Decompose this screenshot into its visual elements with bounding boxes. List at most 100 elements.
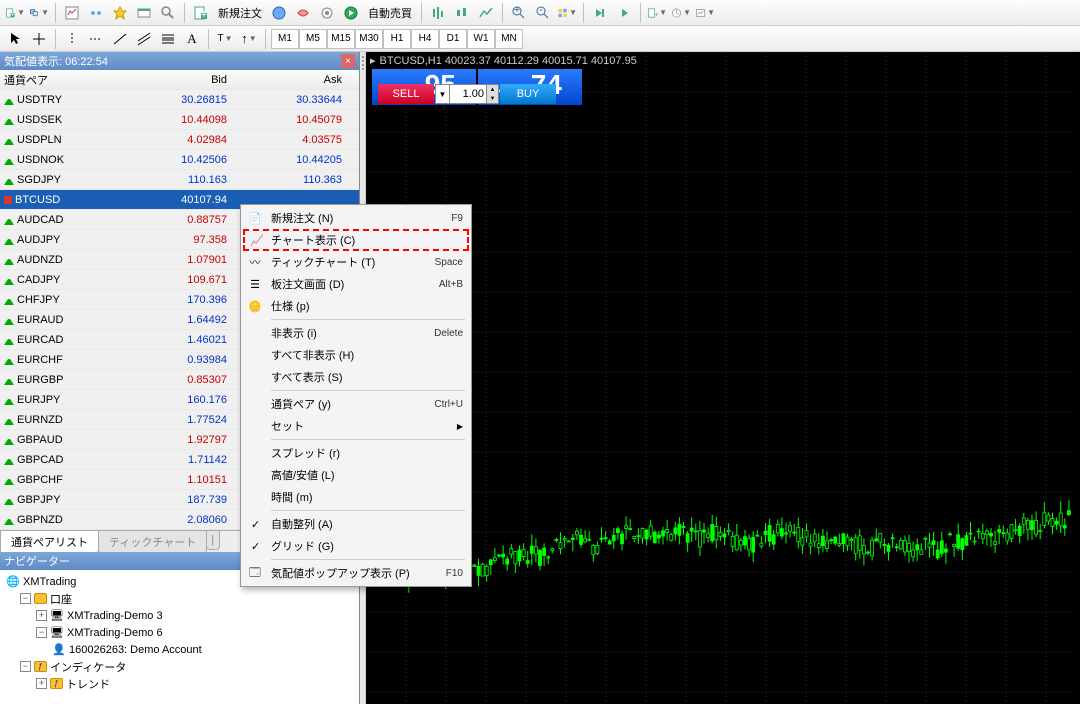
buy-button[interactable]: BUY (500, 84, 556, 104)
ctx-h[interactable]: すべて非表示 (H) (243, 344, 469, 366)
periods-icon[interactable]: ▼ (670, 2, 692, 24)
chart-arrow-icon: ▸ (370, 54, 376, 67)
close-icon[interactable]: × (341, 54, 355, 68)
ctx-s[interactable]: すべて表示 (S) (243, 366, 469, 388)
channel-icon[interactable] (133, 28, 155, 50)
col-ask[interactable]: Ask (235, 74, 350, 86)
hline-icon[interactable] (85, 28, 107, 50)
autotrade-label[interactable]: 自動売買 (364, 5, 416, 21)
market-watch-icon[interactable] (61, 2, 83, 24)
new-order-label[interactable]: 新規注文 (214, 5, 266, 21)
market-watch-title-bar: 気配値表示: 06:22:54 × (0, 52, 359, 70)
navigator-title: ナビゲーター (4, 553, 70, 569)
period-H1[interactable]: H1 (383, 29, 411, 49)
volume-input[interactable]: ▼ 1.00 ▲▼ (435, 84, 499, 104)
navigator-tree: 🌐XMTrading −口座 +🖥XMTrading-Demo 3 −🖥XMTr… (0, 570, 359, 704)
col-symbol[interactable]: 通貨ペア (0, 72, 120, 88)
new-order-icon[interactable]: + (190, 2, 212, 24)
metaquotes-icon[interactable] (268, 2, 290, 24)
strategy-tester-icon[interactable] (157, 2, 179, 24)
tab-more[interactable]: | (206, 531, 220, 550)
chart-area[interactable]: ▸ BTCUSD,H1 40023.37 40112.29 40015.71 4… (366, 52, 1080, 704)
volume-up[interactable]: ▲ (487, 85, 498, 94)
tree-account[interactable]: 👤160026263: Demo Account (4, 641, 355, 658)
zoom-out-icon[interactable]: - (532, 2, 554, 24)
ctx-a[interactable]: ✓自動整列 (A) (243, 513, 469, 535)
col-bid[interactable]: Bid (120, 74, 235, 86)
period-W1[interactable]: W1 (467, 29, 495, 49)
text-label-icon[interactable]: T▼ (214, 28, 236, 50)
indicators-icon[interactable]: +▼ (646, 2, 668, 24)
tree-server1[interactable]: +🖥XMTrading-Demo 3 (4, 607, 355, 624)
text-icon[interactable]: A (181, 28, 203, 50)
chart-label: BTCUSD,H1 40023.37 40112.29 40015.71 401… (380, 55, 637, 67)
main-toolbar-2: A T▼ ↑▼ M1M5M15M30H1H4D1W1MN (0, 26, 1080, 52)
period-M5[interactable]: M5 (299, 29, 327, 49)
svg-text:+: + (655, 9, 658, 18)
bar-chart-icon[interactable] (427, 2, 449, 24)
trendline-icon[interactable] (109, 28, 131, 50)
ctx-l[interactable]: 高値/安値 (L) (243, 464, 469, 486)
ctx-m[interactable]: 時間 (m) (243, 486, 469, 508)
scroll-end-icon[interactable] (589, 2, 611, 24)
tab-tick-chart[interactable]: ティックチャート (98, 531, 207, 554)
svg-text:+: + (201, 9, 207, 21)
shift-icon[interactable] (613, 2, 635, 24)
tile-icon[interactable]: ▼ (556, 2, 578, 24)
signals-icon[interactable] (292, 2, 314, 24)
sell-button[interactable]: SELL (378, 84, 434, 104)
period-H4[interactable]: H4 (411, 29, 439, 49)
ctx-d[interactable]: ☰板注文画面 (D)Alt+B (243, 273, 469, 295)
templates-icon[interactable]: ▼ (694, 2, 716, 24)
vline-icon[interactable] (61, 28, 83, 50)
market-watch-header: 通貨ペア Bid Ask (0, 70, 359, 90)
volume-dropdown[interactable]: ▼ (436, 85, 450, 103)
symbol-row-USDTRY[interactable]: USDTRY30.2681530.33644 (0, 90, 359, 110)
ctx-c[interactable]: 📈チャート表示 (C) (243, 229, 469, 251)
ctx-g[interactable]: ✓グリッド (G) (243, 535, 469, 557)
tree-accounts[interactable]: −口座 (4, 590, 355, 607)
chart-header: ▸ BTCUSD,H1 40023.37 40112.29 40015.71 4… (370, 54, 637, 67)
fibo-icon[interactable] (157, 28, 179, 50)
svg-text:+: + (514, 5, 520, 16)
tree-trend[interactable]: +ƒトレンド (4, 675, 355, 692)
symbol-row-USDNOK[interactable]: USDNOK10.4250610.44205 (0, 150, 359, 170)
main-toolbar-1: +▼ ▼ + 新規注文 自動売買 + - ▼ +▼ ▼ ▼ (0, 0, 1080, 26)
period-D1[interactable]: D1 (439, 29, 467, 49)
arrows-icon[interactable]: ↑▼ (238, 28, 260, 50)
period-MN[interactable]: MN (495, 29, 523, 49)
symbol-row-SGDJPY[interactable]: SGDJPY110.163110.363 (0, 170, 359, 190)
ctx-y[interactable]: 通貨ペア (y)Ctrl+U (243, 393, 469, 415)
file-new-icon[interactable]: +▼ (4, 2, 26, 24)
profiles-icon[interactable]: ▼ (28, 2, 50, 24)
crosshair-icon[interactable] (28, 28, 50, 50)
autotrade-icon[interactable] (340, 2, 362, 24)
terminal-icon[interactable] (133, 2, 155, 24)
svg-text:+: + (10, 9, 15, 18)
ctx-[interactable]: セット▶ (243, 415, 469, 437)
symbol-row-USDSEK[interactable]: USDSEK10.4409810.45079 (0, 110, 359, 130)
market-watch-title: 気配値表示: 06:22:54 (4, 53, 108, 69)
ctx-p[interactable]: 🗔気配値ポップアップ表示 (P)F10 (243, 562, 469, 584)
navigator-icon[interactable] (109, 2, 131, 24)
alerts-icon[interactable] (316, 2, 338, 24)
line-chart-icon[interactable] (475, 2, 497, 24)
period-M15[interactable]: M15 (327, 29, 355, 49)
ctx-t[interactable]: 〰ティックチャート (T)Space (243, 251, 469, 273)
ctx-p[interactable]: 🪙仕様 (p) (243, 295, 469, 317)
cursor-icon[interactable] (4, 28, 26, 50)
candle-chart-icon[interactable] (451, 2, 473, 24)
period-M30[interactable]: M30 (355, 29, 383, 49)
period-M1[interactable]: M1 (271, 29, 299, 49)
ctx-i[interactable]: 非表示 (i)Delete (243, 322, 469, 344)
tab-symbol-list[interactable]: 通貨ペアリスト (0, 531, 99, 554)
data-window-icon[interactable] (85, 2, 107, 24)
tree-indicators[interactable]: −ƒインディケータ (4, 658, 355, 675)
zoom-in-icon[interactable]: + (508, 2, 530, 24)
volume-down[interactable]: ▼ (487, 94, 498, 103)
tree-server2[interactable]: −🖥XMTrading-Demo 6 (4, 624, 355, 641)
context-menu: 📄新規注文 (N)F9📈チャート表示 (C)〰ティックチャート (T)Space… (240, 204, 472, 587)
ctx-r[interactable]: スプレッド (r) (243, 442, 469, 464)
ctx-n[interactable]: 📄新規注文 (N)F9 (243, 207, 469, 229)
symbol-row-USDPLN[interactable]: USDPLN4.029844.03575 (0, 130, 359, 150)
